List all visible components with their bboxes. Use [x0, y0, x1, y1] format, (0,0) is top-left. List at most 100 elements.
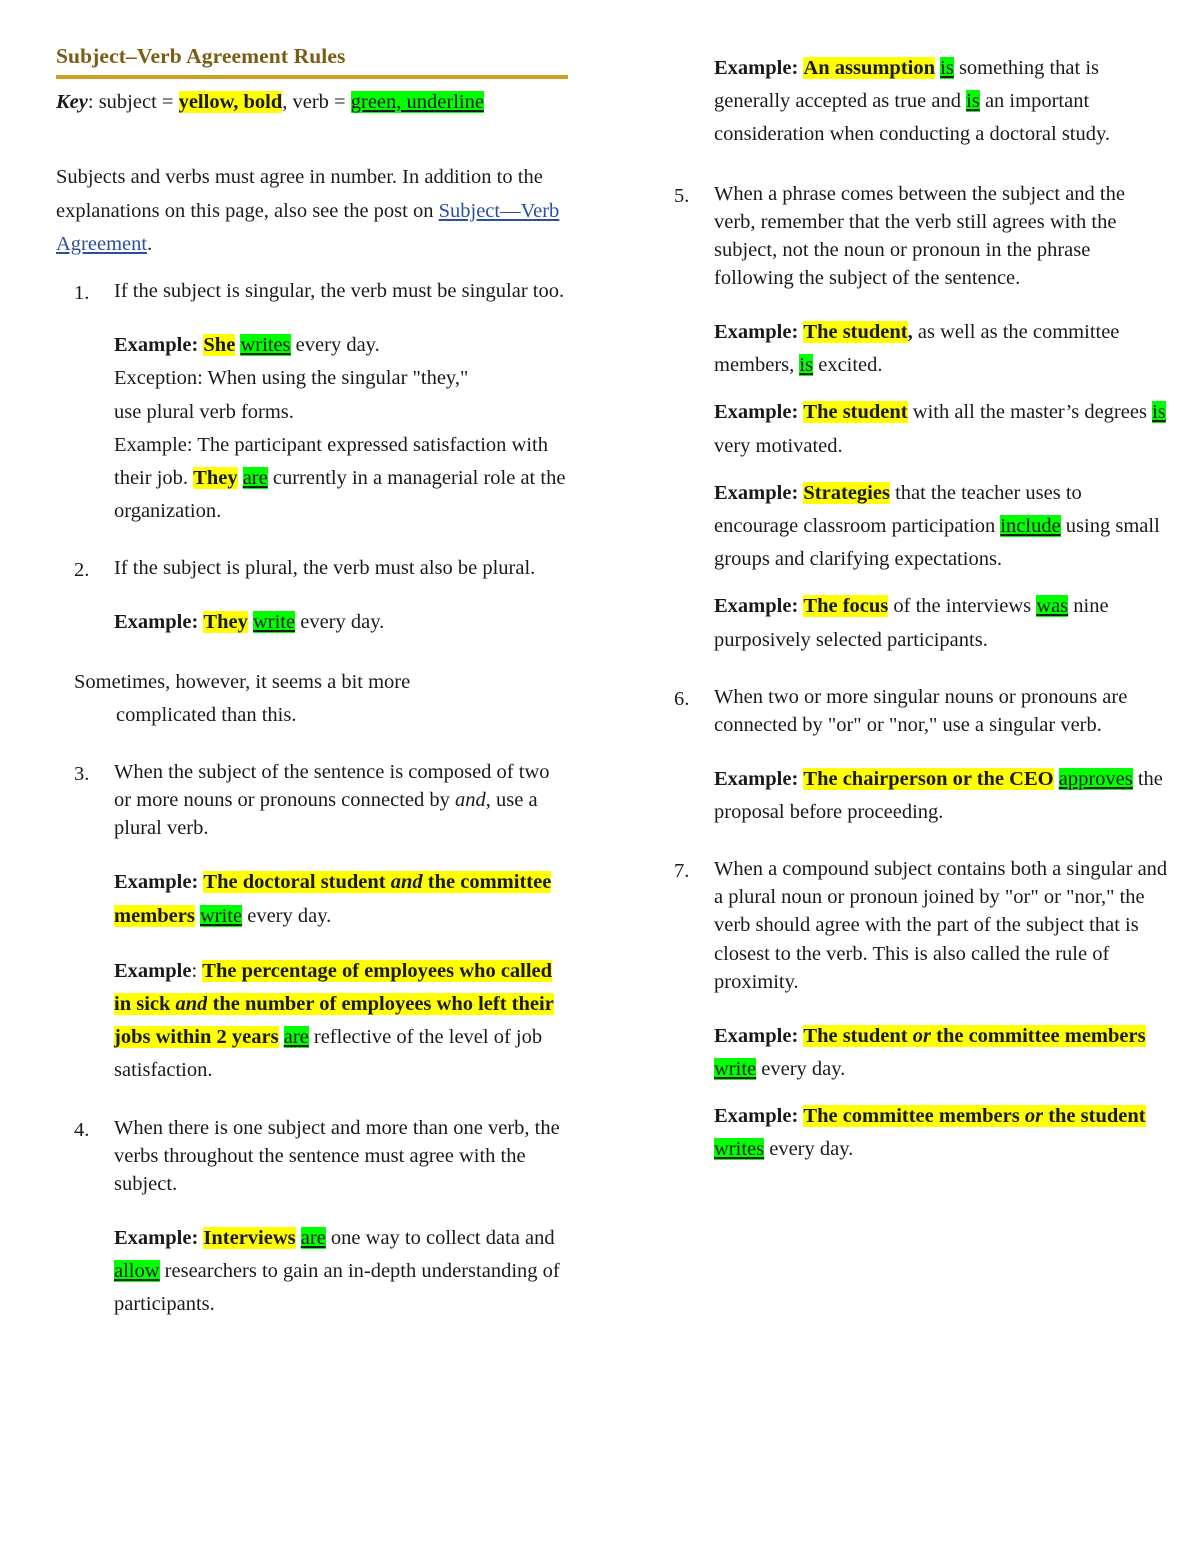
- example-tail: every day.: [290, 334, 380, 357]
- list-number: 5.: [674, 184, 690, 207]
- example-tail: researchers to gain an in-depth understa…: [114, 1259, 560, 1316]
- example-tail: every day.: [756, 1057, 846, 1080]
- example-label: Example:: [114, 1226, 199, 1249]
- example-block: Example: The student, as well as the com…: [714, 316, 1168, 382]
- example-block: Example: The doctoral student and the co…: [114, 866, 568, 932]
- subject-highlight: They: [203, 611, 248, 634]
- verb-highlight: write: [252, 611, 296, 634]
- verb-highlight: allow: [114, 1259, 160, 1282]
- subject-highlight: They: [193, 466, 238, 489]
- verb-highlight: is: [940, 57, 954, 79]
- example-tail: every day.: [242, 904, 332, 927]
- example-tail: every day.: [295, 611, 385, 634]
- example-label: Example:: [714, 767, 799, 790]
- verb-highlight: is: [799, 354, 814, 377]
- verb-highlight: are: [300, 1226, 326, 1249]
- subject-highlight: The focus: [803, 595, 889, 618]
- example-label: Example: [114, 959, 192, 982]
- verb-highlight: is: [966, 90, 980, 113]
- rule-text: If the subject is plural, the verb must …: [114, 557, 536, 580]
- example-label: Example:: [714, 401, 799, 424]
- example-middle: with all the master’s degrees: [907, 401, 1153, 424]
- example-label: Example:: [714, 1024, 799, 1047]
- list-item: 3. When the subject of the sentence is c…: [56, 758, 568, 1087]
- document-page: Subject–Verb Agreement Rules Key: subjec…: [0, 0, 1200, 1553]
- title-divider: [56, 74, 568, 79]
- verb-highlight: is: [1152, 401, 1166, 424]
- subject-highlight: the: [422, 871, 461, 894]
- verb-highlight: write: [714, 1057, 757, 1080]
- left-column: Subject–Verb Agreement Rules Key: subjec…: [56, 44, 568, 1321]
- example-middle: one way to collect data and: [325, 1226, 555, 1249]
- example-label: Example:: [714, 595, 799, 618]
- exception-line-2: use plural verb forms.: [114, 400, 294, 423]
- verb-highlight: include: [1000, 514, 1061, 537]
- key-verb-sample: green, underline: [350, 90, 484, 113]
- list-item: 1. If the subject is singular, the verb …: [56, 277, 568, 528]
- subject-highlight: She: [203, 334, 236, 357]
- example-tail: excited.: [813, 354, 883, 377]
- intro-line-3-prefix: on: [412, 199, 439, 222]
- verb-highlight: are: [283, 1026, 309, 1049]
- intro-line-3-suffix: .: [147, 232, 153, 255]
- example-block: Example: Interviews are one way to colle…: [114, 1222, 568, 1322]
- rule-text: When a compound subject contains both a …: [714, 858, 1168, 993]
- key-text-before: : subject =: [87, 90, 179, 113]
- example-label: Example:: [714, 481, 799, 504]
- list-number: 6.: [674, 687, 690, 710]
- aside-paragraph: Sometimes, however, it seems a bit more c…: [56, 666, 568, 732]
- example-block: Example: The percentage of employees who…: [114, 955, 568, 1088]
- example-label: Example:: [114, 871, 199, 894]
- subject-highlight: The committee members: [803, 1105, 1025, 1128]
- rule-text: When the subject of the sentence is comp…: [114, 758, 568, 842]
- example-block: Example: She writes every day. Exception…: [114, 329, 568, 528]
- list-item: 6. When two or more singular nouns or pr…: [656, 683, 1168, 830]
- subject-highlight: The doctoral student: [203, 871, 391, 894]
- example-label: Example:: [714, 320, 799, 343]
- verb-highlight: write: [199, 904, 243, 927]
- rule-text: When a phrase comes between the subject …: [714, 182, 1125, 289]
- aside-line-1: Sometimes, however, it seems a bit more: [74, 670, 411, 693]
- example-label: Example:: [114, 334, 199, 357]
- list-number: 4.: [74, 1118, 90, 1141]
- example-block: Example: The focus of the interviews was…: [714, 590, 1168, 656]
- subject-highlight: the committee members: [931, 1024, 1146, 1047]
- subject-highlight-italic: or: [912, 1024, 931, 1047]
- rule-text: When there is one subject and more than …: [114, 1116, 560, 1195]
- subject-highlight: The student: [803, 401, 908, 424]
- exception-line-1: Exception: When using the singular "they…: [114, 367, 469, 390]
- example-label: Example:: [714, 57, 799, 79]
- rule-text-italic: and: [455, 789, 486, 812]
- example-middle: of the interviews: [888, 595, 1037, 618]
- verb-highlight: writes: [714, 1138, 765, 1161]
- subject-highlight: An assumption: [803, 57, 935, 79]
- example-label: Example:: [114, 611, 199, 634]
- list-number: 1.: [74, 282, 90, 305]
- subject-highlight: The chairperson or the CEO: [803, 767, 1054, 790]
- subject-highlight-italic: and: [390, 871, 423, 894]
- rules-list-left: 1. If the subject is singular, the verb …: [56, 277, 568, 640]
- rules-list-left-continued: 3. When the subject of the sentence is c…: [56, 758, 568, 1321]
- subject-highlight: Interviews: [203, 1226, 296, 1249]
- rule-text: If the subject is singular, the verb mus…: [114, 280, 565, 303]
- example-block: Example: The chairperson or the CEO appr…: [714, 763, 1168, 829]
- rule-text: When two or more singular nouns or prono…: [714, 685, 1128, 736]
- subject-highlight-italic: or: [1024, 1105, 1044, 1128]
- list-item: 2. If the subject is plural, the verb mu…: [56, 554, 568, 639]
- page-title: Subject–Verb Agreement Rules: [56, 44, 346, 68]
- subject-highlight-italic: and: [175, 992, 208, 1015]
- list-number: 2.: [74, 559, 90, 582]
- list-number: 3.: [74, 763, 90, 786]
- verb-highlight: approves: [1058, 767, 1133, 790]
- example-block: Example: They write every day.: [114, 606, 568, 639]
- key-subject-sample: yellow, bold: [178, 90, 283, 113]
- verb-highlight: was: [1036, 595, 1069, 618]
- example-block: Example: The student with all the master…: [714, 396, 1168, 462]
- key-legend: Key: subject = yellow, bold, verb = gree…: [56, 87, 568, 118]
- aside-line-2: complicated than this.: [116, 703, 297, 726]
- example-block: Example: Strategies that the teacher use…: [714, 477, 1168, 577]
- example-block: Example: The committee members or the st…: [714, 1100, 1168, 1166]
- list-item: 5. When a phrase comes between the subje…: [656, 180, 1168, 657]
- example-tail: very motivated.: [714, 434, 843, 457]
- subject-highlight: the student: [1043, 1105, 1146, 1128]
